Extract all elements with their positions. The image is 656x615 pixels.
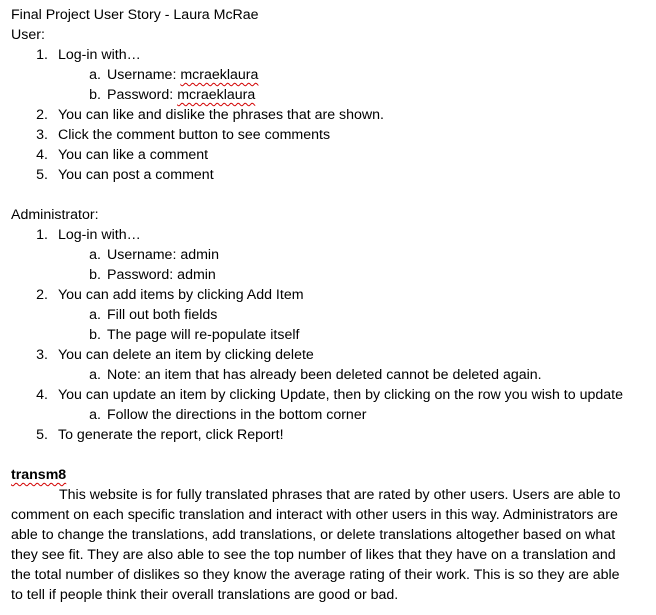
list-item: 3. Click the comment button to see comme… (11, 125, 641, 145)
password-value: mcraeklaura (177, 87, 256, 103)
sub-list-item: a. Follow the directions in the bottom c… (11, 405, 641, 425)
list-number: 3. (36, 347, 48, 363)
list-number: 5. (36, 167, 48, 183)
sub-list-item-text: Username: admin (107, 247, 219, 263)
list-item: 1. Log-in with… (11, 45, 641, 65)
sub-list-letter: a. (89, 247, 101, 263)
description-paragraph: This website is for fully translated phr… (11, 487, 621, 603)
list-number: 5. (36, 427, 48, 443)
sub-list-item-text: Username: mcraeklaura (107, 65, 258, 85)
list-item-text: You can like a comment (58, 147, 209, 163)
list-item-text: Log-in with… (58, 47, 141, 63)
sub-list-item: a. Username: admin (11, 245, 641, 265)
sub-list-item: a. Username: mcraeklaura (11, 65, 641, 85)
document-page: Final Project User Story - Laura McRae U… (11, 5, 641, 605)
sub-list-item-text: Password: mcraeklaura (107, 85, 255, 105)
list-item: 5. You can post a comment (11, 165, 641, 185)
list-item: 2. You can like and dislike the phrases … (11, 105, 641, 125)
list-item-text: You can delete an item by clicking delet… (58, 347, 314, 363)
sub-list-item-text: Fill out both fields (107, 307, 218, 323)
user-section-heading: User: (11, 27, 45, 43)
sub-list-item: a. Note: an item that has already been d… (11, 365, 641, 385)
sub-list-item-text: The page will re-populate itself (107, 327, 300, 343)
admin-section-heading: Administrator: (11, 207, 99, 223)
list-item-text: Click the comment button to see comments (58, 127, 331, 143)
list-number: 3. (36, 127, 48, 143)
list-item: 5. To generate the report, click Report! (11, 425, 641, 445)
sub-list-item-text: Follow the directions in the bottom corn… (107, 407, 367, 423)
sub-list-letter: b. (89, 327, 101, 343)
sub-list-letter: b. (89, 87, 101, 103)
list-number: 2. (36, 107, 48, 123)
list-item-text: You can add items by clicking Add Item (58, 287, 304, 303)
list-item-text: Log-in with… (58, 227, 141, 243)
doc-title: Final Project User Story - Laura McRae (11, 7, 259, 23)
username-label: Username: (107, 67, 177, 83)
list-number: 2. (36, 287, 48, 303)
sub-list-letter: b. (89, 267, 101, 283)
list-number: 1. (36, 227, 48, 243)
sub-list-item: b. Password: admin (11, 265, 641, 285)
sub-list-item: a. Fill out both fields (11, 305, 641, 325)
list-item: 4. You can update an item by clicking Up… (11, 385, 641, 405)
password-label: Password: (107, 87, 174, 103)
sub-list-item: b. Password: mcraeklaura (11, 85, 641, 105)
list-item-text: You can post a comment (58, 167, 214, 183)
app-name-heading: transm8 (11, 465, 641, 485)
username-value: mcraeklaura (180, 67, 259, 83)
list-item: 3. You can delete an item by clicking de… (11, 345, 641, 365)
sub-list-item-text: Note: an item that has already been dele… (107, 367, 542, 383)
list-number: 4. (36, 387, 48, 403)
list-item: 1. Log-in with… (11, 225, 641, 245)
sub-list-letter: a. (89, 307, 101, 323)
sub-list-letter: a. (89, 67, 101, 83)
sub-list-letter: a. (89, 407, 101, 423)
list-item-text: To generate the report, click Report! (58, 427, 284, 443)
sub-list-item-text: Password: admin (107, 267, 216, 283)
list-item: 2. You can add items by clicking Add Ite… (11, 285, 641, 305)
list-number: 4. (36, 147, 48, 163)
list-item: 4. You can like a comment (11, 145, 641, 165)
app-name: transm8 (11, 467, 67, 483)
sub-list-item: b. The page will re-populate itself (11, 325, 641, 345)
list-item-text: You can update an item by clicking Updat… (58, 387, 623, 403)
sub-list-letter: a. (89, 367, 101, 383)
list-item-text: You can like and dislike the phrases tha… (58, 107, 384, 123)
list-number: 1. (36, 47, 48, 63)
